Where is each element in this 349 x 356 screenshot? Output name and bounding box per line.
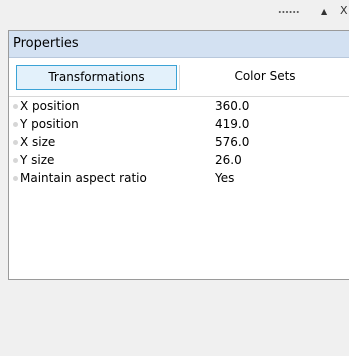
property-label: Y size — [20, 153, 55, 167]
window-titlebar: ▲ X — [0, 0, 349, 24]
property-row-x-position[interactable]: X position 360.0 — [9, 97, 349, 115]
property-value[interactable]: 26.0 — [215, 151, 242, 169]
property-label: X size — [20, 135, 56, 149]
property-label: X position — [20, 99, 80, 113]
property-row-y-size[interactable]: Y size 26.0 — [9, 151, 349, 169]
property-value[interactable]: 419.0 — [215, 115, 249, 133]
tab-color-sets[interactable]: Color Sets — [179, 65, 349, 90]
property-list: X position 360.0 Y position 419.0 X size… — [9, 97, 349, 187]
bullet-icon — [13, 140, 18, 145]
property-row-y-position[interactable]: Y position 419.0 — [9, 115, 349, 133]
bullet-icon — [13, 158, 18, 163]
bullet-icon — [13, 122, 18, 127]
close-icon[interactable]: X — [340, 3, 348, 19]
panel-title: Properties — [13, 36, 79, 51]
triangle-up-icon[interactable]: ▲ — [321, 4, 327, 20]
tab-transformations[interactable]: Transformations — [16, 65, 177, 90]
grip-dots-icon[interactable] — [278, 10, 300, 14]
property-row-maintain-aspect-ratio[interactable]: Maintain aspect ratio Yes — [9, 169, 349, 187]
bullet-icon — [13, 176, 18, 181]
property-label: Maintain aspect ratio — [20, 171, 147, 185]
property-value[interactable]: 360.0 — [215, 97, 249, 115]
property-value[interactable]: Yes — [215, 169, 234, 187]
panel-header: Properties — [9, 31, 349, 58]
properties-panel: Properties Transformations Color Sets X … — [8, 30, 349, 280]
property-label: Y position — [20, 117, 79, 131]
bullet-icon — [13, 104, 18, 109]
property-value[interactable]: 576.0 — [215, 133, 249, 151]
property-row-x-size[interactable]: X size 576.0 — [9, 133, 349, 151]
